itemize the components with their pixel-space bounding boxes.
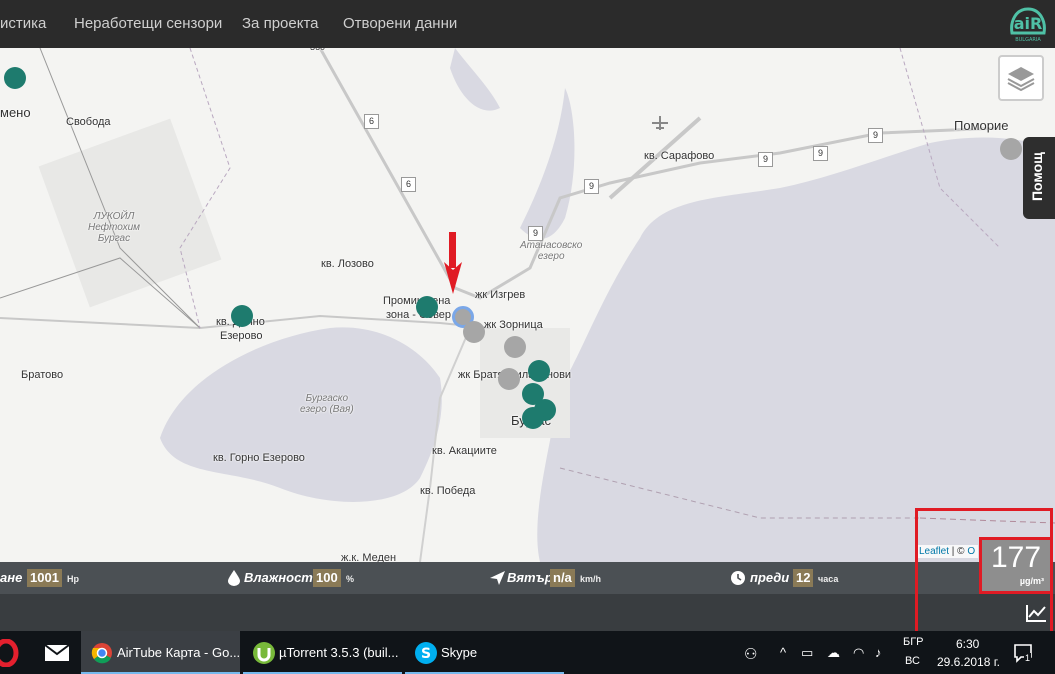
place-label: кв. Горно Езерово bbox=[213, 452, 305, 464]
place-label: кв. Лозово bbox=[321, 258, 374, 270]
road-shield: 9 bbox=[868, 128, 883, 143]
place-label: ЛУКОЙЛ Нефтохим Бургас bbox=[88, 211, 141, 244]
utorrent-icon bbox=[253, 642, 275, 664]
sensor-marker-good[interactable] bbox=[416, 296, 438, 318]
volume-icon[interactable]: ♪ bbox=[875, 645, 882, 660]
road-number: 360 bbox=[310, 48, 325, 52]
clock-time[interactable]: 6:30 bbox=[956, 637, 979, 651]
map-tiles bbox=[0, 48, 1055, 562]
red-arrow-annotation bbox=[444, 232, 462, 294]
map[interactable]: мено Свобода ЛУКОЙЛ Нефтохим Бургас кв. … bbox=[0, 48, 1055, 562]
sensor-marker-no-data[interactable] bbox=[504, 336, 526, 358]
taskbar: AirTube Карта - Go... µTorrent 3.5.3 (bu… bbox=[0, 631, 1055, 674]
time-ago-value: 12 bbox=[793, 569, 814, 587]
place-label: кв. Сарафово bbox=[644, 150, 715, 162]
sensor-marker-no-data[interactable] bbox=[1000, 138, 1022, 160]
road-shield: 9 bbox=[813, 146, 828, 161]
place-label: Езерово bbox=[220, 330, 263, 342]
wifi-icon[interactable]: ◠ bbox=[853, 645, 864, 661]
sensor-marker-good[interactable] bbox=[231, 305, 253, 327]
chevron-up-icon[interactable]: ^ bbox=[780, 645, 786, 660]
place-label: жк Зорница bbox=[484, 319, 543, 331]
notification-count: 1 bbox=[1024, 653, 1032, 663]
road-shield: 9 bbox=[758, 152, 773, 167]
skype-icon: S bbox=[415, 642, 437, 664]
notifications-icon[interactable]: 1 bbox=[1013, 643, 1033, 663]
taskbar-app-label: µTorrent 3.5.3 (buil... bbox=[279, 645, 399, 660]
help-tab[interactable]: Помощ bbox=[1023, 137, 1055, 219]
clock-icon bbox=[731, 571, 745, 585]
sensor-marker-good[interactable] bbox=[4, 67, 26, 89]
road-shield: 9 bbox=[584, 179, 599, 194]
svg-text:S: S bbox=[421, 646, 431, 662]
help-label: Помощ bbox=[1029, 152, 1045, 201]
pressure-label: ане bbox=[0, 570, 23, 585]
place-label: ж.к. Меден bbox=[341, 552, 397, 562]
nav-broken-sensors[interactable]: Неработещи сензори bbox=[74, 15, 222, 32]
top-nav: истика Неработещи сензори За проекта Отв… bbox=[0, 0, 1055, 48]
place-label: Бургаско езеро (Вая) bbox=[300, 393, 354, 415]
mail-icon[interactable] bbox=[44, 644, 70, 662]
wind-icon bbox=[490, 571, 505, 585]
sensor-marker-no-data[interactable] bbox=[463, 321, 485, 343]
wind-value: n/a bbox=[550, 569, 575, 587]
place-label: мено bbox=[0, 105, 31, 120]
history-bar bbox=[0, 594, 1055, 631]
nav-statistics[interactable]: истика bbox=[0, 15, 46, 32]
battery-icon[interactable]: ▭ bbox=[801, 645, 813, 661]
humidity-label: Влажност bbox=[244, 570, 313, 585]
nav-open-data[interactable]: Отворени данни bbox=[343, 15, 457, 32]
place-label: кв. Акациите bbox=[432, 445, 497, 457]
taskbar-app-utorrent[interactable]: µTorrent 3.5.3 (buil... bbox=[243, 631, 402, 674]
sensor-marker-no-data[interactable] bbox=[498, 368, 520, 390]
logo-text: BULGARIA bbox=[1015, 37, 1041, 43]
road-shield: 6 bbox=[401, 177, 416, 192]
place-label: кв. Победа bbox=[420, 485, 476, 497]
sensor-marker-good[interactable] bbox=[522, 407, 544, 429]
road-shield: 9 bbox=[528, 226, 543, 241]
humidity-unit: % bbox=[346, 574, 355, 584]
sensor-marker-good[interactable] bbox=[528, 360, 550, 382]
wind-label: Вятър bbox=[507, 570, 553, 585]
layers-icon bbox=[1007, 67, 1035, 92]
place-label: Поморие bbox=[954, 118, 1009, 133]
road-shield: 6 bbox=[364, 114, 379, 129]
taskbar-app-label: AirTube Карта - Go... bbox=[117, 645, 241, 660]
onedrive-icon[interactable]: ☁ bbox=[827, 645, 840, 661]
place-label: Братово bbox=[21, 369, 64, 381]
opera-icon[interactable] bbox=[0, 639, 20, 667]
people-icon[interactable]: ⚇ bbox=[744, 645, 757, 663]
place-label: жк Изгрев bbox=[475, 289, 526, 301]
sensor-info-bar: ане 1001 Hp Влажност 100 % Вятър n/a km/… bbox=[0, 562, 1055, 594]
highlight-box-value bbox=[979, 537, 1053, 594]
chrome-icon bbox=[91, 643, 112, 664]
humidity-icon bbox=[228, 570, 240, 586]
humidity-value: 100 bbox=[313, 569, 341, 587]
layers-button[interactable] bbox=[998, 55, 1044, 101]
taskbar-app-skype[interactable]: S Skype bbox=[405, 631, 564, 674]
airbulgaria-logo[interactable]: aiR BULGARIA bbox=[1006, 3, 1050, 45]
clock-date[interactable]: 29.6.2018 г. bbox=[937, 655, 1000, 669]
place-label: Свобода bbox=[66, 116, 111, 128]
pressure-unit: Hp bbox=[67, 574, 79, 584]
place-label: Атанасовско езеро bbox=[520, 240, 583, 262]
taskbar-app-chrome[interactable]: AirTube Карта - Go... bbox=[81, 631, 240, 674]
time-ago-label: преди bbox=[750, 570, 790, 585]
language-indicator[interactable]: БГР bbox=[903, 636, 924, 648]
svg-text:aiR: aiR bbox=[1014, 14, 1043, 33]
wind-unit: km/h bbox=[580, 574, 602, 584]
taskbar-app-label: Skype bbox=[441, 645, 478, 660]
time-ago-unit: часа bbox=[818, 574, 839, 584]
pressure-value: 1001 bbox=[27, 569, 62, 587]
language-sub: ВС bbox=[905, 655, 920, 667]
nav-about[interactable]: За проекта bbox=[242, 15, 319, 32]
